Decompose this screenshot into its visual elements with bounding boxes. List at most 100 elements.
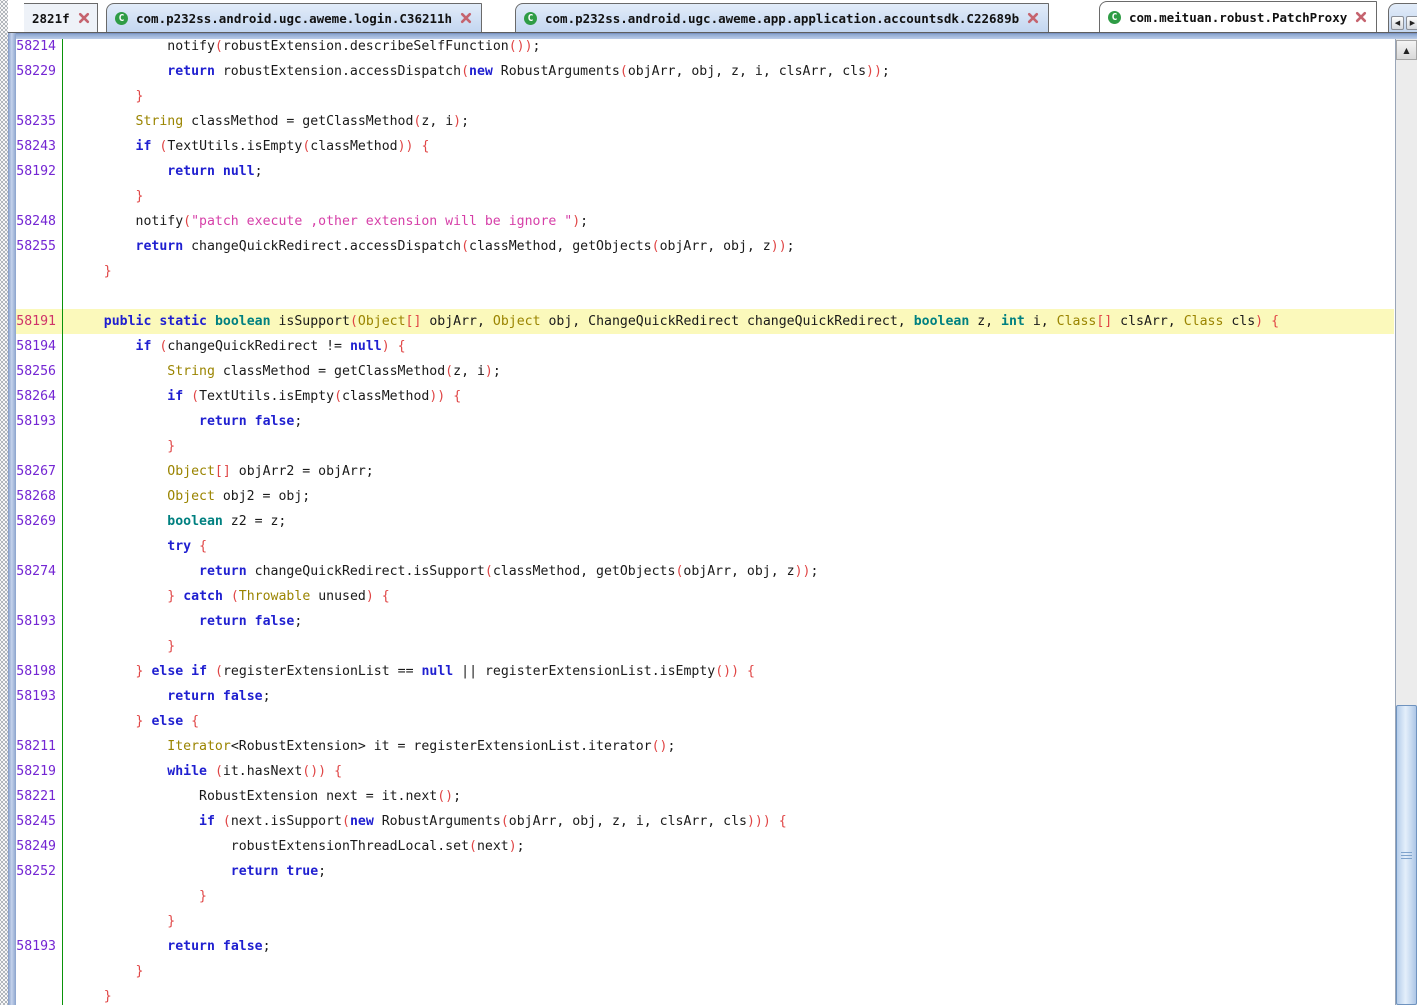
code-line[interactable]: 58243 if (TextUtils.isEmpty(classMethod)… — [16, 134, 1394, 159]
vertical-scrollbar-thumb[interactable] — [1396, 705, 1417, 1005]
code-line[interactable]: 58249 robustExtensionThreadLocal.set(nex… — [16, 834, 1394, 859]
code-line[interactable]: 58269 boolean z2 = z; — [16, 509, 1394, 534]
code-line[interactable]: } catch (Throwable unused) { — [16, 584, 1394, 609]
code-line[interactable]: } — [16, 184, 1394, 209]
editor-left-border — [8, 33, 16, 1005]
code-line[interactable]: 58274 return changeQuickRedirect.isSuppo… — [16, 559, 1394, 584]
code-text: return robustExtension.accessDispatch(ne… — [58, 59, 890, 84]
tab-bar: 2821f Ccom.p232ss.android.ugc.aweme.login… — [8, 0, 1417, 33]
code-line[interactable]: 58219 while (it.hasNext()) { — [16, 759, 1394, 784]
code-line[interactable]: 58193 return false; — [16, 684, 1394, 709]
code-line[interactable]: 58256 String classMethod = getClassMetho… — [16, 359, 1394, 384]
code-text: boolean z2 = z; — [58, 509, 286, 534]
tab-label: com.p232ss.android.ugc.aweme.login.C3621… — [136, 11, 452, 26]
code-line[interactable]: 58267 Object[] objArr2 = objArr; — [16, 459, 1394, 484]
code-line[interactable]: } — [16, 434, 1394, 459]
code-line[interactable]: 58268 Object obj2 = obj; — [16, 484, 1394, 509]
editor-top-border — [8, 33, 1417, 39]
line-number: 58264 — [16, 384, 58, 409]
line-number: 58198 — [16, 659, 58, 684]
tab-scroll-left-button[interactable]: ◀ — [1391, 16, 1404, 30]
code-text: Iterator<RobustExtension> it = registerE… — [58, 734, 675, 759]
code-text: notify("patch execute ,other extension w… — [58, 209, 588, 234]
code-text: RobustExtension next = it.next(); — [58, 784, 461, 809]
code-text: return false; — [58, 934, 271, 959]
code-line[interactable]: } — [16, 884, 1394, 909]
code-text: } — [58, 959, 143, 984]
code-text: } — [58, 634, 175, 659]
code-line[interactable]: 58245 if (next.isSupport(new RobustArgum… — [16, 809, 1394, 834]
code-line[interactable] — [16, 284, 1394, 309]
code-line[interactable]: 58221 RobustExtension next = it.next(); — [16, 784, 1394, 809]
tab-close-icon[interactable] — [1355, 11, 1367, 23]
tab-1[interactable]: 2821f — [24, 3, 98, 32]
scrollbar-up-button[interactable]: ▲ — [1396, 40, 1417, 60]
arrow-up-icon: ▲ — [1403, 46, 1409, 55]
code-line[interactable]: try { — [16, 534, 1394, 559]
line-number: 58193 — [16, 684, 58, 709]
tab-4[interactable]: Ccom.meituan.robust.PatchProxy — [1099, 1, 1377, 32]
class-icon: C — [115, 12, 128, 25]
code-line[interactable]: } — [16, 909, 1394, 934]
tab-scroll-right-button[interactable]: ▶ — [1406, 16, 1417, 30]
tab-3[interactable]: Ccom.p232ss.android.ugc.aweme.app.applic… — [515, 3, 1049, 32]
line-number: 58268 — [16, 484, 58, 509]
code-line[interactable]: } — [16, 984, 1394, 1005]
code-line[interactable]: 58193 return false; — [16, 409, 1394, 434]
code-text: if (changeQuickRedirect != null) { — [58, 334, 406, 359]
code-line[interactable]: } — [16, 634, 1394, 659]
code-text: } — [58, 84, 143, 109]
line-number: 58192 — [16, 159, 58, 184]
code-line[interactable]: } — [16, 84, 1394, 109]
tab-2[interactable]: Ccom.p232ss.android.ugc.aweme.login.C362… — [106, 3, 482, 32]
gutter-separator-line — [62, 34, 63, 1005]
arrow-left-icon: ◀ — [1395, 19, 1400, 27]
code-text: return true; — [58, 859, 326, 884]
code-line[interactable]: 58192 return null; — [16, 159, 1394, 184]
line-number: 58255 — [16, 234, 58, 259]
code-text: Object obj2 = obj; — [58, 484, 310, 509]
code-line[interactable]: 58193 return false; — [16, 934, 1394, 959]
line-number: 58252 — [16, 859, 58, 884]
code-text: } — [58, 259, 112, 284]
highlighted-code-line[interactable]: 58191 public static boolean isSupport(Ob… — [16, 309, 1394, 334]
code-line[interactable]: 58255 return changeQuickRedirect.accessD… — [16, 234, 1394, 259]
line-number: 58245 — [16, 809, 58, 834]
line-number: 58193 — [16, 934, 58, 959]
code-line[interactable]: 58194 if (changeQuickRedirect != null) { — [16, 334, 1394, 359]
code-line[interactable]: 58248 notify("patch execute ,other exten… — [16, 209, 1394, 234]
tab-close-icon[interactable] — [460, 12, 472, 24]
line-number: 58243 — [16, 134, 58, 159]
code-text: if (next.isSupport(new RobustArguments(o… — [58, 809, 787, 834]
arrow-right-icon: ▶ — [1410, 19, 1415, 27]
code-text: return changeQuickRedirect.accessDispatc… — [58, 234, 795, 259]
line-number: 58267 — [16, 459, 58, 484]
code-text: public static boolean isSupport(Object[]… — [58, 309, 1279, 334]
code-editor[interactable]: 58214 notify(robustExtension.describeSel… — [16, 34, 1394, 1005]
tab-close-icon[interactable] — [78, 12, 90, 24]
line-number: 58229 — [16, 59, 58, 84]
code-text: } — [58, 884, 207, 909]
line-number: 58221 — [16, 784, 58, 809]
line-number: 58194 — [16, 334, 58, 359]
code-line[interactable]: } — [16, 259, 1394, 284]
line-number: 58191 — [16, 309, 58, 334]
tab-close-icon[interactable] — [1027, 12, 1039, 24]
tab-label: com.p232ss.android.ugc.aweme.app.applica… — [545, 11, 1019, 26]
code-line[interactable]: 58235 String classMethod = getClassMetho… — [16, 109, 1394, 134]
code-text: if (TextUtils.isEmpty(classMethod)) { — [58, 134, 429, 159]
code-text: String classMethod = getClassMethod(z, i… — [58, 359, 501, 384]
code-text: return false; — [58, 409, 302, 434]
code-line[interactable]: } else { — [16, 709, 1394, 734]
class-icon: C — [1108, 11, 1121, 24]
code-line[interactable]: 58252 return true; — [16, 859, 1394, 884]
code-line[interactable]: 58193 return false; — [16, 609, 1394, 634]
code-line[interactable]: 58264 if (TextUtils.isEmpty(classMethod)… — [16, 384, 1394, 409]
code-line[interactable]: 58211 Iterator<RobustExtension> it = reg… — [16, 734, 1394, 759]
code-line[interactable]: 58198 } else if (registerExtensionList =… — [16, 659, 1394, 684]
code-line[interactable]: 58229 return robustExtension.accessDispa… — [16, 59, 1394, 84]
code-text: return false; — [58, 609, 302, 634]
code-text: } — [58, 909, 175, 934]
code-line[interactable]: } — [16, 959, 1394, 984]
tab-label: com.meituan.robust.PatchProxy — [1129, 10, 1347, 25]
